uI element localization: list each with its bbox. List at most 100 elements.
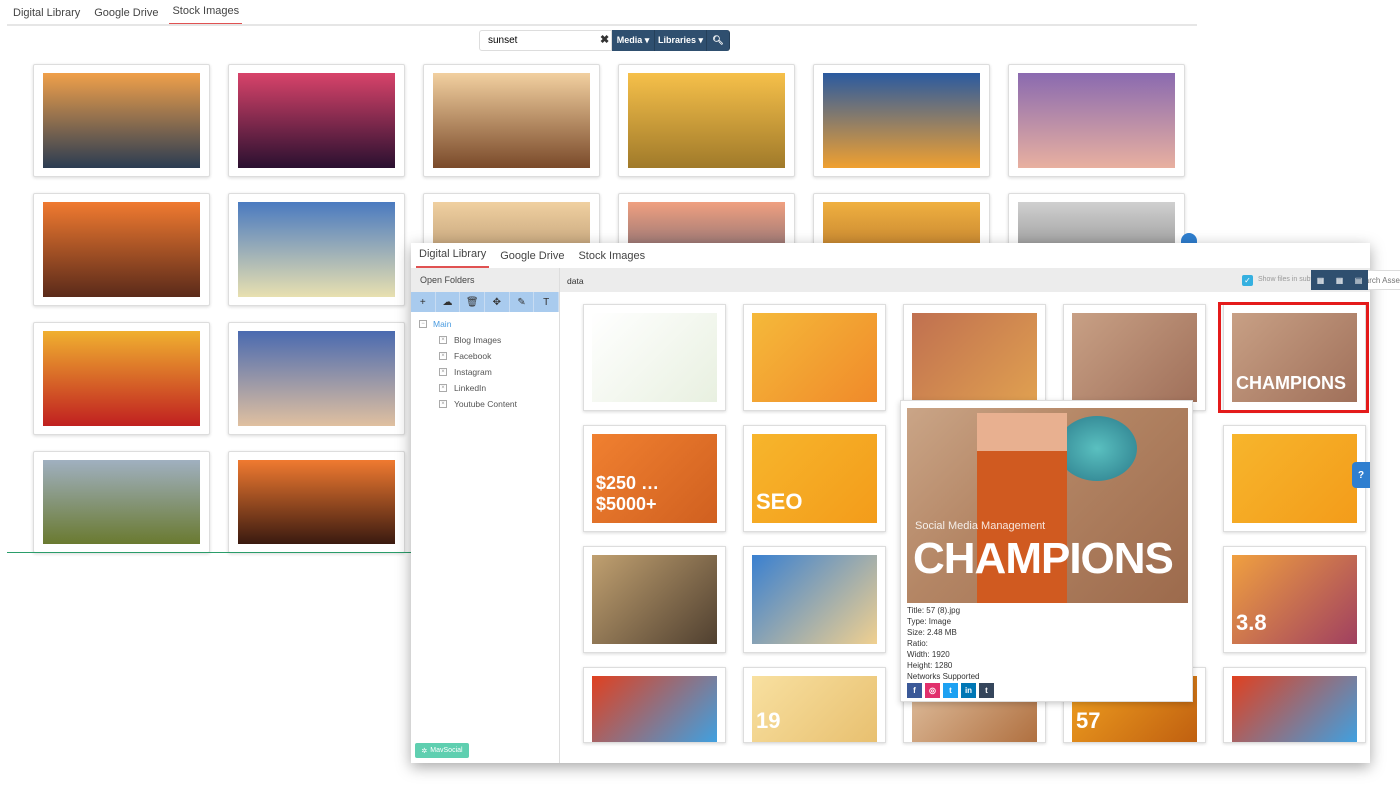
instagram-icon[interactable]: ◎	[925, 683, 940, 698]
tab-divider	[7, 24, 1197, 26]
plus-icon[interactable]: +	[411, 292, 436, 312]
folder-checkbox-icon[interactable]: ×	[439, 368, 447, 376]
asset-thumbnail: $250 … $5000+	[592, 434, 717, 523]
list-icon[interactable]: ▤	[1349, 270, 1368, 290]
asset-card[interactable]: $250 … $5000+	[583, 425, 726, 532]
assets-header: data ✓ Show files in subfolder(s) ▦ ▦ ▤	[560, 268, 1400, 292]
asset-width: Width: 1920	[907, 650, 950, 659]
back-tabs: Digital Library Google Drive Stock Image…	[10, 5, 243, 25]
folder-item[interactable]: × Instagram	[419, 364, 551, 380]
asset-card[interactable]	[1223, 425, 1366, 532]
divider	[7, 552, 411, 553]
grid-medium-icon[interactable]: ▦	[1330, 270, 1349, 290]
stock-image-card[interactable]	[33, 193, 210, 306]
stock-image-card[interactable]	[228, 451, 405, 553]
asset-card[interactable]	[583, 304, 726, 411]
media-dropdown[interactable]: Media ▾	[612, 30, 655, 51]
folder-item[interactable]: × Facebook	[419, 348, 551, 364]
asset-thumbnail: 3.8	[1232, 555, 1357, 644]
asset-card[interactable]	[903, 304, 1046, 411]
linkedin-icon[interactable]: in	[961, 683, 976, 698]
asset-thumbnail	[592, 313, 717, 402]
asset-preview-popup: Social Media Management CHAMPIONS Title:…	[900, 400, 1193, 702]
asset-thumbnail	[592, 555, 717, 644]
collapse-icon[interactable]: −	[419, 320, 427, 328]
times-icon[interactable]: ✖	[600, 33, 609, 46]
stock-search-input[interactable]	[479, 30, 612, 51]
asset-metadata: Title: 57 (8).jpg Type: Image Size: 2.48…	[907, 605, 997, 698]
edit-icon[interactable]: ✎	[510, 292, 535, 312]
stock-image-thumbnail	[433, 73, 590, 168]
tumblr-icon[interactable]: t	[979, 683, 994, 698]
tab-google-drive[interactable]: Google Drive	[497, 250, 567, 268]
networks-label: Networks Supported	[907, 672, 980, 681]
stock-image-card[interactable]	[33, 64, 210, 177]
asset-card[interactable]	[583, 667, 726, 743]
filter-icon[interactable]: T	[534, 292, 560, 312]
asset-thumbnail	[1232, 434, 1357, 523]
asset-card[interactable]	[1223, 667, 1366, 743]
search-button[interactable]: 🔍︎	[707, 30, 730, 51]
stock-image-card[interactable]	[423, 64, 600, 177]
stock-image-thumbnail	[43, 202, 200, 297]
folder-main[interactable]: − Main	[419, 316, 551, 332]
tab-stock-images[interactable]: Stock Images	[169, 5, 243, 25]
stock-image-card[interactable]	[813, 64, 990, 177]
award-badge	[1057, 416, 1137, 481]
libraries-dropdown[interactable]: Libraries ▾	[655, 30, 707, 51]
help-button[interactable]: ?	[1352, 462, 1370, 488]
open-folders-header: Open Folders	[411, 268, 559, 292]
asset-card[interactable]	[583, 546, 726, 653]
stock-image-card[interactable]	[228, 64, 405, 177]
folder-toolbar: + ☁ 🗑 ✥ ✎ T	[411, 292, 560, 312]
mavsocial-logo-icon: ✲	[421, 747, 428, 755]
preview-subheadline: Social Media Management	[915, 520, 1046, 532]
asset-card[interactable]	[1063, 304, 1206, 411]
tab-stock-images[interactable]: Stock Images	[575, 250, 648, 268]
folder-label: LinkedIn	[454, 383, 487, 393]
cloud-upload-icon[interactable]: ☁	[436, 292, 461, 312]
thumbnail-text: 19	[756, 708, 781, 733]
folder-item[interactable]: × Blog Images	[419, 332, 551, 348]
tab-digital-library[interactable]: Digital Library	[416, 248, 490, 268]
asset-card[interactable]	[743, 304, 886, 411]
trash-icon[interactable]: 🗑	[460, 292, 486, 312]
folder-label: Instagram	[454, 367, 492, 377]
stock-image-card[interactable]	[33, 322, 210, 435]
folder-checkbox-icon[interactable]: ×	[439, 384, 447, 392]
tab-google-drive[interactable]: Google Drive	[91, 7, 161, 25]
stock-image-card[interactable]	[228, 322, 405, 435]
folder-checkbox-icon[interactable]: ×	[439, 336, 447, 344]
preview-image: Social Media Management CHAMPIONS	[907, 408, 1188, 603]
folder-checkbox-icon[interactable]: ×	[439, 352, 447, 360]
facebook-icon[interactable]: f	[907, 683, 922, 698]
stock-image-card[interactable]	[33, 451, 210, 553]
twitter-icon[interactable]: t	[943, 683, 958, 698]
current-path: data	[567, 276, 584, 286]
asset-title: Title: 57 (8).jpg	[907, 606, 961, 615]
show-subfolders-checkbox[interactable]: ✓	[1242, 275, 1253, 286]
asset-card[interactable]	[743, 546, 886, 653]
move-icon[interactable]: ✥	[485, 292, 510, 312]
stock-image-thumbnail	[238, 460, 395, 544]
asset-card[interactable]: 3.8	[1223, 546, 1366, 653]
thumbnail-text: SEO	[756, 489, 803, 514]
folder-item[interactable]: × Youtube Content	[419, 396, 551, 412]
preview-headline: CHAMPIONS	[913, 534, 1174, 583]
mavsocial-badge[interactable]: ✲ MavSocial	[415, 743, 469, 758]
tab-digital-library[interactable]: Digital Library	[10, 7, 83, 25]
stock-image-thumbnail	[823, 73, 980, 168]
asset-card[interactable]: 19	[743, 667, 886, 743]
grid-large-icon[interactable]: ▦	[1311, 270, 1330, 290]
stock-image-thumbnail	[238, 331, 395, 426]
stock-image-card[interactable]	[618, 64, 795, 177]
asset-card[interactable]: SEO	[743, 425, 886, 532]
asset-thumbnail	[1072, 313, 1197, 402]
stock-image-card[interactable]	[228, 193, 405, 306]
stock-image-card[interactable]	[1008, 64, 1185, 177]
stock-image-thumbnail	[1018, 73, 1175, 168]
folder-checkbox-icon[interactable]: ×	[439, 400, 447, 408]
folder-label: Youtube Content	[454, 399, 518, 409]
folder-item[interactable]: × LinkedIn	[419, 380, 551, 396]
stock-image-thumbnail	[238, 73, 395, 168]
